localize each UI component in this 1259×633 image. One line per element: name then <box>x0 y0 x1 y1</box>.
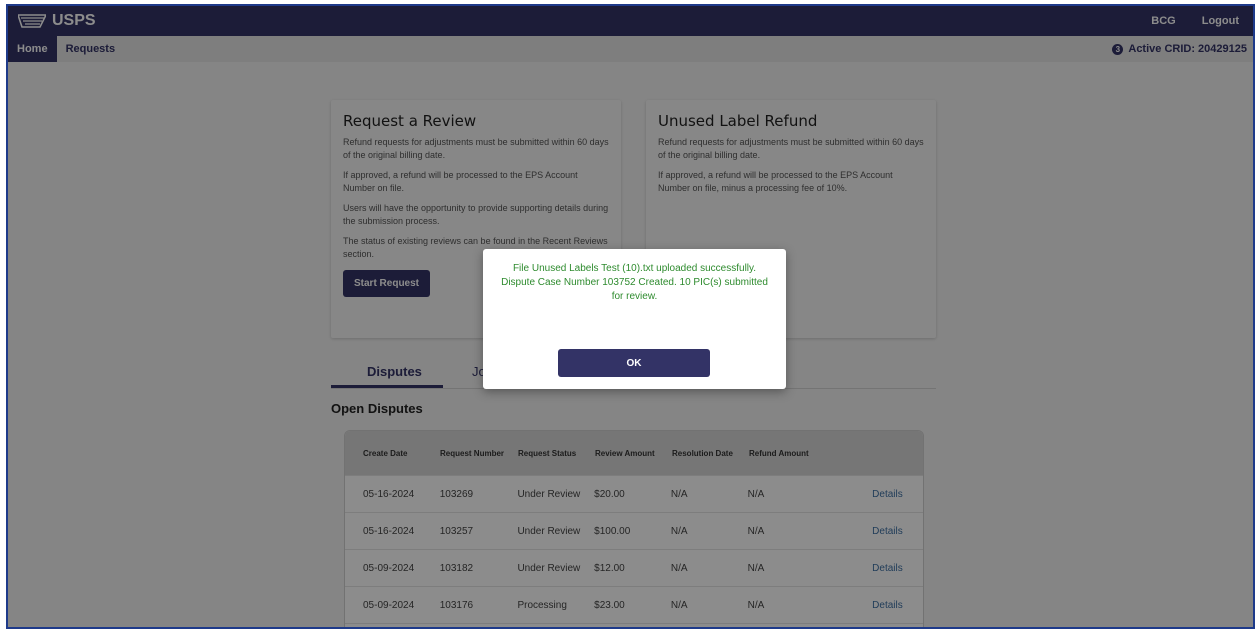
upload-success-dialog: File Unused Labels Test (10).txt uploade… <box>483 249 786 389</box>
ok-button[interactable]: OK <box>558 349 710 377</box>
success-message: File Unused Labels Test (10).txt uploade… <box>501 263 768 302</box>
app-window: USPS BCG Logout Home Requests 3 Active C… <box>6 4 1255 629</box>
